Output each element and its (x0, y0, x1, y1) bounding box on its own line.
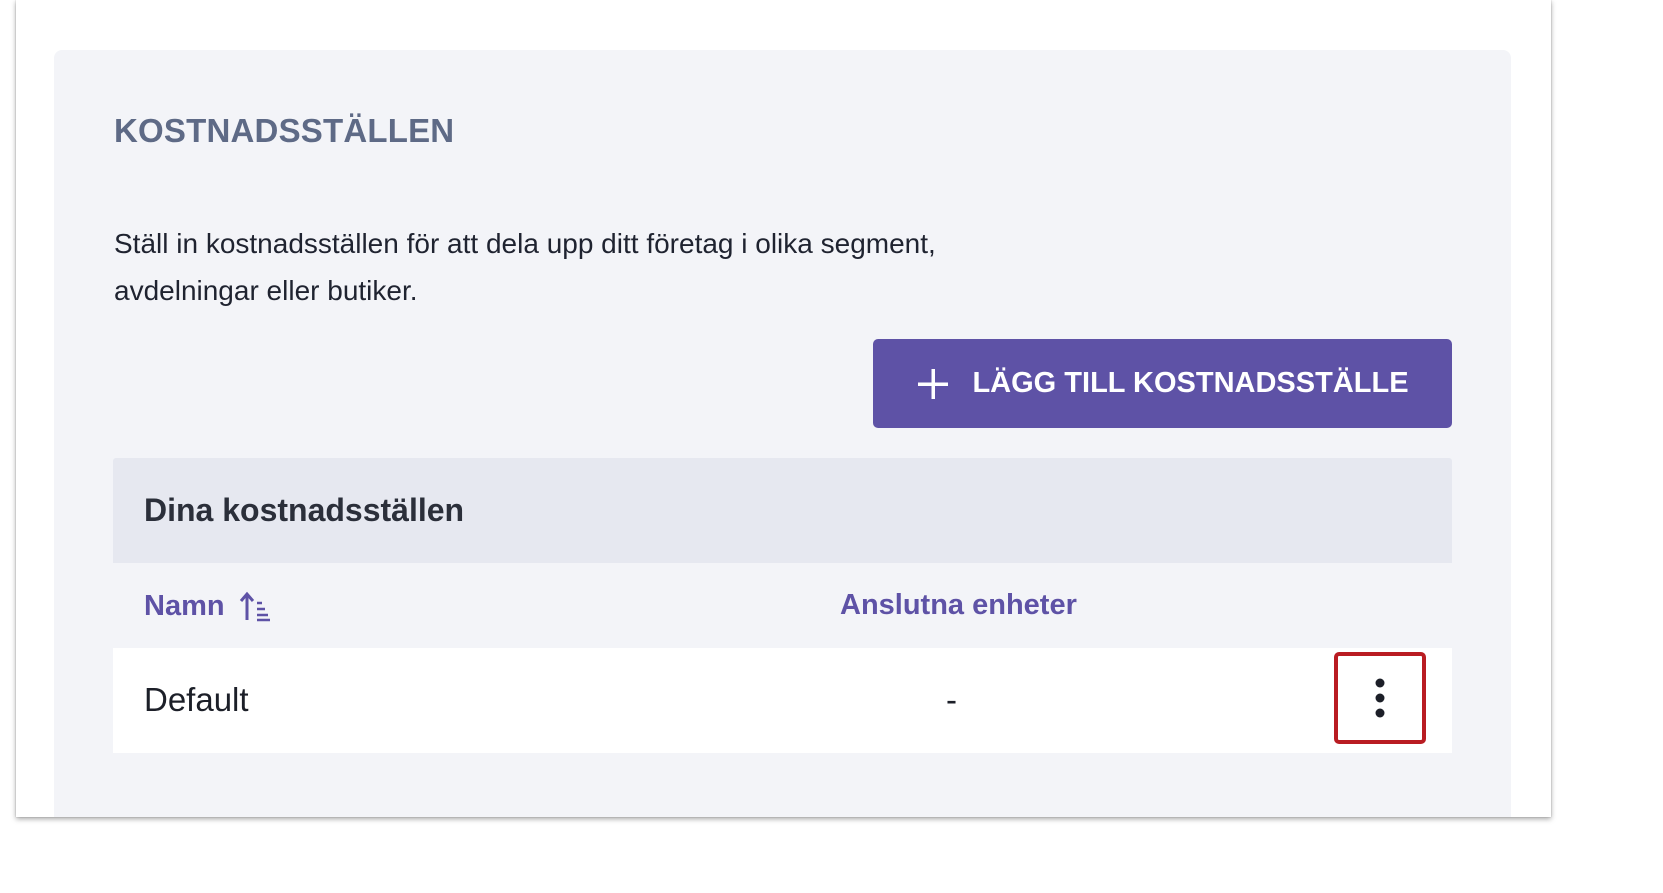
column-header-name[interactable]: Namn (144, 589, 271, 623)
column-header-connected-units[interactable]: Anslutna enheter (840, 589, 1077, 622)
cost-centers-card: KOSTNADSSTÄLLEN Ställ in kostnadsställen… (54, 50, 1511, 817)
table-row[interactable]: Default - (113, 648, 1452, 753)
app-frame: KOSTNADSSTÄLLEN Ställ in kostnadsställen… (16, 0, 1551, 817)
add-cost-center-button[interactable]: LÄGG TILL KOSTNADSSTÄLLE (873, 339, 1452, 428)
add-cost-center-label: LÄGG TILL KOSTNADSSTÄLLE (972, 367, 1409, 399)
column-headers: Namn Anslutna enheter (113, 563, 1452, 648)
page-title: KOSTNADSSTÄLLEN (114, 112, 455, 149)
row-menu-button[interactable] (1334, 652, 1426, 744)
table-heading: Dina kostnadsställen (144, 492, 465, 528)
cost-centers-table: Dina kostnadsställen Namn Anslutna enhet… (113, 458, 1452, 753)
plus-icon (916, 367, 950, 401)
section-description: Ställ in kostnadsställen för att dela up… (114, 228, 936, 306)
sort-ascending-icon[interactable] (239, 589, 271, 623)
column-header-name-label: Namn (144, 589, 225, 622)
more-vertical-icon (1374, 678, 1386, 718)
cell-name: Default (144, 681, 249, 718)
cell-connected-units: - (946, 681, 957, 718)
table-header-bar: Dina kostnadsställen (113, 458, 1452, 563)
